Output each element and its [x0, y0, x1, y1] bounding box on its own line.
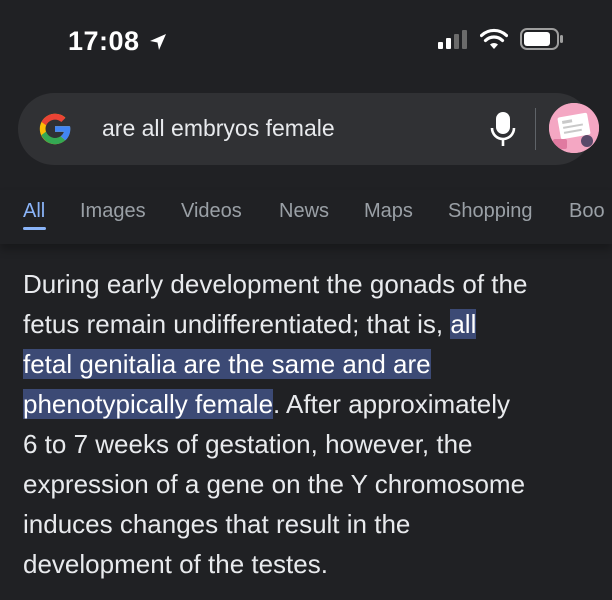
snippet-text: . After approximately — [273, 389, 511, 419]
snippet-text: expression of a gene on the Y chromosome — [23, 469, 526, 499]
snippet-text: development of the testes. — [23, 549, 328, 579]
snippet-line: phenotypically female. After approximate… — [23, 384, 603, 424]
search-input[interactable]: are all embryos female — [102, 115, 335, 142]
snippet-line: fetus remain undifferentiated; that is, … — [23, 304, 603, 344]
battery-icon — [520, 28, 563, 50]
snippet-line: 6 to 7 weeks of gestation, however, the — [23, 424, 603, 464]
tab-maps[interactable]: Maps — [364, 200, 413, 223]
featured-snippet-text: During early development the gonads of t… — [23, 264, 603, 584]
tab-all[interactable]: All — [23, 200, 45, 223]
snippet-text: 6 to 7 weeks of gestation, however, the — [23, 429, 473, 459]
status-bar: 17:08 — [0, 0, 612, 82]
cellular-signal-icon — [438, 30, 467, 49]
snippet-line: expression of a gene on the Y chromosome — [23, 464, 603, 504]
status-time-group: 17:08 — [68, 26, 168, 57]
snippet-text: induces changes that result in the — [23, 509, 411, 539]
tab-images[interactable]: Images — [80, 200, 146, 223]
snippet-line: During early development the gonads of t… — [23, 264, 603, 304]
search-bar[interactable]: are all embryos female — [18, 93, 599, 165]
status-time: 17:08 — [68, 26, 140, 56]
highlighted-text: phenotypically female — [23, 389, 274, 419]
search-tabs: All Images Videos News Maps Shopping Boo — [0, 190, 612, 244]
active-tab-indicator — [23, 227, 46, 230]
search-divider — [535, 108, 536, 150]
microphone-icon[interactable] — [490, 111, 516, 147]
tab-videos[interactable]: Videos — [181, 200, 242, 223]
highlighted-text: fetal genitalia are the same and are — [23, 349, 431, 379]
snippet-line: fetal genitalia are the same and are — [23, 344, 603, 384]
tab-books[interactable]: Boo — [569, 200, 605, 223]
tab-shopping[interactable]: Shopping — [448, 200, 533, 223]
account-avatar[interactable] — [549, 103, 599, 153]
snippet-line: induces changes that result in the — [23, 504, 603, 544]
location-arrow-icon — [149, 33, 166, 50]
snippet-text: fetus remain undifferentiated; that is, — [23, 309, 451, 339]
status-indicators — [438, 28, 564, 50]
snippet-text: During early development the gonads of t… — [23, 269, 528, 299]
highlighted-text: all — [450, 309, 477, 339]
wifi-icon — [480, 28, 508, 49]
avatar-image-icon — [549, 103, 599, 153]
tab-news[interactable]: News — [279, 200, 329, 223]
google-g-icon — [39, 113, 71, 145]
snippet-line: development of the testes. — [23, 544, 603, 584]
